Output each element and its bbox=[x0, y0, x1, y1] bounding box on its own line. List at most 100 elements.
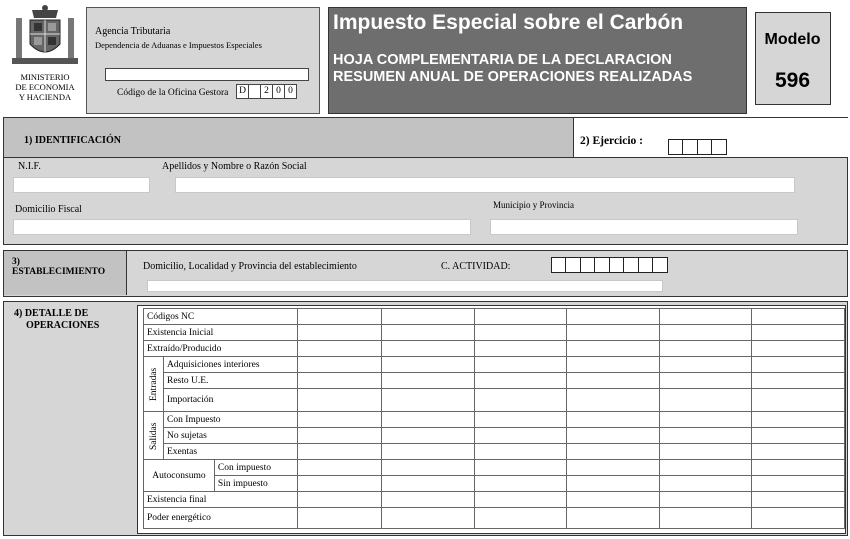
establishment-address-field[interactable] bbox=[147, 280, 663, 292]
cell[interactable] bbox=[658, 491, 753, 508]
cell[interactable] bbox=[296, 459, 383, 476]
cell[interactable] bbox=[296, 507, 383, 529]
cell[interactable] bbox=[658, 308, 753, 325]
establishment-address-label: Domicilio, Localidad y Provincia del est… bbox=[143, 261, 357, 272]
table-row: Salidas Con Impuesto bbox=[143, 411, 845, 460]
cell[interactable] bbox=[296, 388, 383, 412]
cell[interactable] bbox=[381, 372, 475, 389]
cell[interactable] bbox=[658, 340, 753, 357]
office-code-digit[interactable]: 0 bbox=[284, 84, 297, 99]
cell[interactable] bbox=[296, 340, 383, 357]
cell[interactable] bbox=[473, 308, 568, 325]
cell[interactable] bbox=[473, 324, 568, 341]
office-code-boxes[interactable]: D 2 0 0 bbox=[236, 84, 297, 99]
cell[interactable] bbox=[381, 388, 475, 412]
cell[interactable] bbox=[751, 427, 845, 444]
cell[interactable] bbox=[381, 427, 475, 444]
name-label: Apellidos y Nombre o Razón Social bbox=[162, 161, 307, 172]
cell[interactable] bbox=[296, 308, 383, 325]
cell[interactable] bbox=[658, 475, 753, 492]
cell[interactable] bbox=[566, 324, 660, 341]
cell[interactable] bbox=[381, 356, 475, 373]
agency-field[interactable] bbox=[105, 68, 309, 81]
cell[interactable] bbox=[473, 356, 568, 373]
name-field[interactable] bbox=[175, 177, 795, 193]
cell[interactable] bbox=[381, 507, 475, 529]
establishment-section: 3) ESTABLECIMIENTO Domicilio, Localidad … bbox=[3, 250, 848, 297]
cell[interactable] bbox=[566, 372, 660, 389]
cell[interactable] bbox=[566, 388, 660, 412]
activity-digit[interactable] bbox=[652, 257, 668, 273]
nif-field[interactable] bbox=[13, 177, 150, 193]
cell[interactable] bbox=[751, 491, 845, 508]
cell[interactable] bbox=[566, 308, 660, 325]
cell[interactable] bbox=[381, 324, 475, 341]
cell[interactable] bbox=[751, 411, 845, 428]
cell[interactable] bbox=[658, 443, 753, 460]
cell[interactable] bbox=[566, 427, 660, 444]
cell[interactable] bbox=[473, 459, 568, 476]
cell[interactable] bbox=[296, 356, 383, 373]
ejercicio-digits[interactable] bbox=[667, 139, 727, 155]
cell[interactable] bbox=[296, 411, 383, 428]
cell[interactable] bbox=[751, 308, 845, 325]
cell[interactable] bbox=[296, 372, 383, 389]
cell[interactable] bbox=[381, 459, 475, 476]
cell[interactable] bbox=[473, 340, 568, 357]
ejercicio-digit[interactable] bbox=[711, 139, 727, 155]
cell[interactable] bbox=[473, 491, 568, 508]
cell[interactable] bbox=[658, 324, 753, 341]
cell[interactable] bbox=[566, 475, 660, 492]
cell[interactable] bbox=[381, 411, 475, 428]
cell[interactable] bbox=[296, 324, 383, 341]
cell[interactable] bbox=[658, 388, 753, 412]
cell[interactable] bbox=[751, 475, 845, 492]
cell[interactable] bbox=[473, 372, 568, 389]
cell[interactable] bbox=[566, 356, 660, 373]
cell[interactable] bbox=[658, 356, 753, 373]
cell[interactable] bbox=[381, 475, 475, 492]
address-label: Domicilio Fiscal bbox=[15, 204, 82, 215]
cell[interactable] bbox=[658, 507, 753, 529]
cell[interactable] bbox=[296, 475, 383, 492]
cell[interactable] bbox=[566, 491, 660, 508]
cell[interactable] bbox=[473, 411, 568, 428]
cell[interactable] bbox=[751, 443, 845, 460]
cell[interactable] bbox=[381, 340, 475, 357]
cell[interactable] bbox=[473, 388, 568, 412]
cell[interactable] bbox=[566, 340, 660, 357]
entradas-group-label: Entradas bbox=[143, 356, 164, 412]
cell[interactable] bbox=[381, 443, 475, 460]
municipality-field[interactable] bbox=[490, 219, 798, 235]
cell[interactable] bbox=[658, 372, 753, 389]
cell[interactable] bbox=[296, 491, 383, 508]
cell[interactable] bbox=[566, 443, 660, 460]
cell[interactable] bbox=[296, 443, 383, 460]
cell[interactable] bbox=[751, 324, 845, 341]
address-field[interactable] bbox=[13, 219, 471, 235]
table-row: Resto U.E. bbox=[144, 372, 845, 389]
cell[interactable] bbox=[473, 475, 568, 492]
cell[interactable] bbox=[381, 308, 475, 325]
cell[interactable] bbox=[751, 356, 845, 373]
activity-digits[interactable] bbox=[550, 257, 668, 273]
cell[interactable] bbox=[658, 427, 753, 444]
cell[interactable] bbox=[751, 372, 845, 389]
cell[interactable] bbox=[751, 340, 845, 357]
cell[interactable] bbox=[566, 459, 660, 476]
cell[interactable] bbox=[751, 459, 845, 476]
cell[interactable] bbox=[296, 427, 383, 444]
cell[interactable] bbox=[381, 491, 475, 508]
cell[interactable] bbox=[658, 459, 753, 476]
cell[interactable] bbox=[566, 411, 660, 428]
cell[interactable] bbox=[751, 388, 845, 412]
cell[interactable] bbox=[658, 411, 753, 428]
operations-label: 4) DETALLE DE OPERACIONES bbox=[14, 308, 100, 331]
cell[interactable] bbox=[473, 507, 568, 529]
row-label: Con impuesto bbox=[213, 459, 298, 476]
modelo-box: Modelo 596 bbox=[755, 12, 831, 105]
cell[interactable] bbox=[751, 507, 845, 529]
cell[interactable] bbox=[473, 443, 568, 460]
cell[interactable] bbox=[566, 507, 660, 529]
cell[interactable] bbox=[473, 427, 568, 444]
